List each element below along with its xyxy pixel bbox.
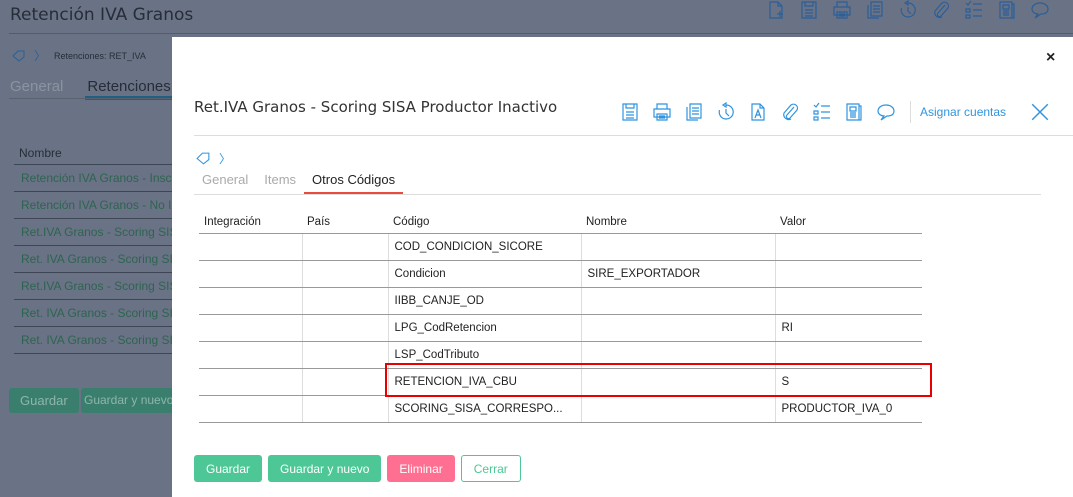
page-title: Retención IVA Granos (10, 5, 194, 25)
checklist-icon[interactable] (812, 102, 832, 122)
tab-general[interactable]: General (194, 172, 256, 194)
breadcrumb: 〉 Retenciones: RET_IVA (12, 47, 146, 64)
divider (194, 194, 1041, 195)
print-icon[interactable] (652, 102, 672, 122)
table-row[interactable]: Retención IVA Granos - No In (14, 192, 172, 219)
table-row[interactable]: IIBB_CANJE_OD (199, 287, 922, 315)
table-row[interactable]: Ret. IVA Granos - Scoring SIS (14, 327, 172, 354)
column-header-nombre: Nombre (14, 143, 172, 165)
table-cell[interactable]: Condicion (387, 260, 581, 288)
table-row[interactable]: Retención IVA Granos - Inscr (14, 165, 172, 192)
table-cell[interactable] (301, 287, 388, 315)
tag-icon (12, 50, 25, 62)
guardar-nuevo-button[interactable]: Guardar y nuevo (81, 388, 177, 413)
table-cell[interactable] (301, 341, 388, 369)
attach-icon[interactable] (931, 0, 951, 20)
table-row[interactable]: Ret.IVA Granos - Scoring SIS (14, 219, 172, 246)
chevron-right-icon: 〉 (34, 49, 47, 63)
asignar-cuentas-link[interactable]: Asignar cuentas (920, 105, 1006, 119)
table-cell[interactable]: SIRE_EXPORTADOR (580, 260, 775, 288)
table-row[interactable]: Ret.IVA Granos - Scoring SIS (14, 273, 172, 300)
breadcrumb: 〉 (196, 150, 231, 167)
table-cell[interactable] (199, 287, 302, 315)
divider (194, 135, 1073, 136)
close-icon[interactable]: × (1046, 49, 1055, 67)
comment-icon[interactable] (876, 102, 896, 122)
table-row[interactable]: Condicion SIRE_EXPORTADOR (199, 260, 922, 288)
table-cell[interactable] (301, 368, 388, 396)
table-row[interactable]: Ret. IVA Granos - Scoring SIS (14, 300, 172, 327)
table-cell[interactable] (301, 260, 388, 288)
table-cell[interactable] (774, 233, 922, 261)
table-cell[interactable]: LPG_CodRetencion (387, 314, 581, 342)
document-icon[interactable] (844, 102, 864, 122)
table-cell[interactable] (199, 395, 302, 423)
save-icon[interactable] (620, 102, 640, 122)
table-cell[interactable]: COD_CONDICION_SICORE (387, 233, 581, 261)
table-cell[interactable]: PRODUCTOR_IVA_0 (774, 395, 922, 423)
guardar-button[interactable]: Guardar (194, 455, 263, 482)
table-cell[interactable] (774, 260, 922, 288)
table-cell[interactable]: SCORING_SISA_CORRESPO... (387, 395, 581, 423)
table-cell[interactable] (199, 233, 302, 261)
history-icon[interactable] (716, 102, 736, 122)
guardar-nuevo-button[interactable]: Guardar y nuevo (268, 455, 382, 482)
table-row[interactable]: COD_CONDICION_SICORE (199, 233, 922, 261)
close-icon[interactable] (1030, 102, 1050, 122)
table-cell[interactable] (199, 314, 302, 342)
table-cell[interactable] (580, 395, 775, 423)
tag-icon (196, 152, 210, 165)
modal-toolbar: Asignar cuentas (620, 101, 1050, 123)
new-file-icon[interactable] (766, 0, 786, 20)
table-cell[interactable] (199, 368, 302, 396)
modal-dialog: × Ret.IVA Granos - Scoring SISA Producto… (172, 37, 1073, 497)
divider (9, 33, 1073, 34)
history-icon[interactable] (898, 0, 918, 20)
chevron-right-icon: 〉 (219, 152, 232, 166)
modal-title: Ret.IVA Granos - Scoring SISA Productor … (194, 98, 558, 116)
background-toolbar (766, 0, 1050, 20)
copy-icon[interactable] (865, 0, 885, 20)
table-row[interactable]: Ret. IVA Granos - Scoring SIS (14, 246, 172, 273)
table-cell[interactable] (580, 287, 775, 315)
table-cell[interactable] (774, 287, 922, 315)
highlight-box (385, 363, 932, 397)
table-cell[interactable] (301, 395, 388, 423)
column-header-pais: País (302, 211, 388, 234)
tab-items[interactable]: Items (256, 172, 304, 194)
column-header-codigo: Código (388, 211, 581, 234)
eliminar-button[interactable]: Eliminar (387, 455, 455, 482)
guardar-button[interactable]: Guardar (9, 388, 79, 413)
table-cell[interactable] (301, 233, 388, 261)
document-icon[interactable] (997, 0, 1017, 20)
retenciones-table: Nombre Retención IVA Granos - Inscr Reten… (14, 143, 172, 354)
table-cell[interactable] (301, 314, 388, 342)
checklist-icon[interactable] (964, 0, 984, 20)
tab-otros-codigos[interactable]: Otros Códigos (304, 172, 404, 194)
tab-general[interactable]: General (10, 78, 63, 100)
table-cell[interactable] (199, 260, 302, 288)
table-row[interactable]: LPG_CodRetencion RI (199, 314, 922, 342)
table-row[interactable]: SCORING_SISA_CORRESPO... PRODUCTOR_IVA_0 (199, 395, 922, 423)
table-cell[interactable]: IIBB_CANJE_OD (387, 287, 581, 315)
column-header-integracion: Integración (199, 211, 302, 234)
save-icon[interactable] (799, 0, 819, 20)
comment-icon[interactable] (1030, 0, 1050, 20)
table-cell[interactable] (199, 341, 302, 369)
tab-retenciones[interactable]: Retenciones (85, 78, 173, 100)
cerrar-button[interactable]: Cerrar (460, 455, 521, 482)
column-header-valor: Valor (775, 211, 922, 234)
copy-icon[interactable] (684, 102, 704, 122)
table-cell[interactable]: RI (774, 314, 922, 342)
table-cell[interactable] (580, 233, 775, 261)
divider (910, 101, 911, 123)
print-icon[interactable] (832, 0, 852, 20)
text-file-icon[interactable] (748, 102, 768, 122)
attach-icon[interactable] (780, 102, 800, 122)
table-cell[interactable] (580, 314, 775, 342)
column-header-nombre: Nombre (581, 211, 775, 234)
breadcrumb-text[interactable]: Retenciones: RET_IVA (54, 51, 146, 61)
